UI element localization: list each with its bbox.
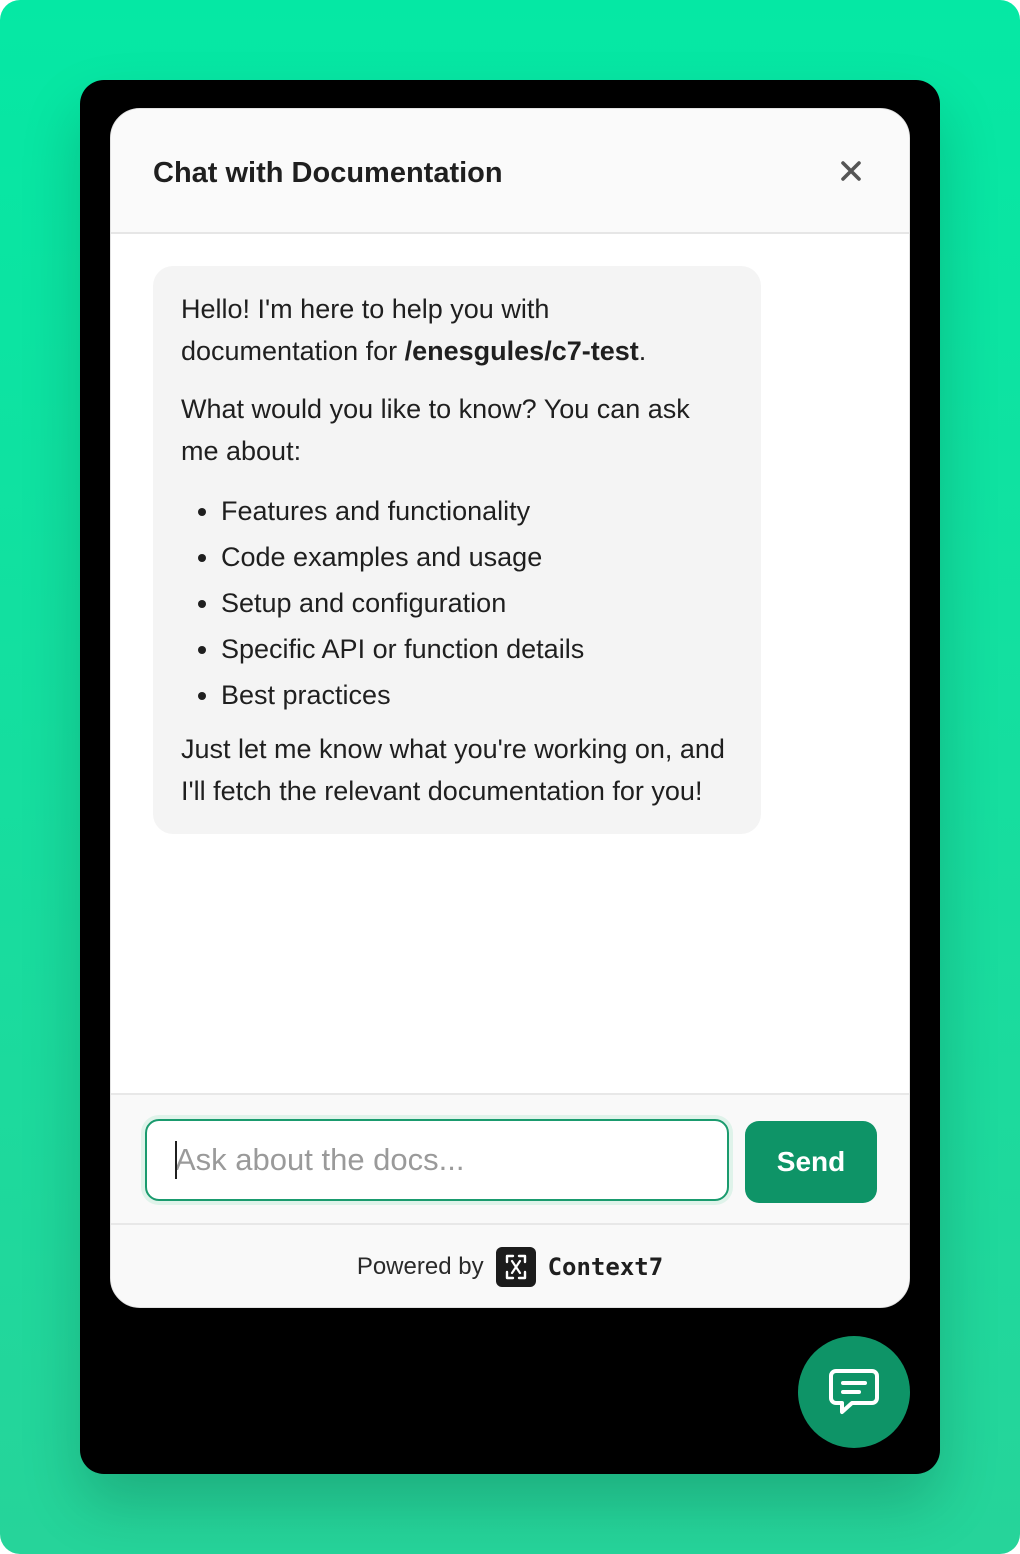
greeting-suffix: . [638,336,647,366]
topic-list: Features and functionality Code examples… [181,488,733,718]
close-icon [841,161,861,181]
chat-input[interactable] [145,1119,729,1201]
context7-logo-icon [495,1247,536,1287]
send-button[interactable]: Send [745,1121,877,1203]
composer: Send [111,1093,909,1225]
greeting-text: Hello! I'm here to help you with documen… [181,288,733,372]
chat-header: Chat with Documentation [111,109,909,234]
chat-launcher-button[interactable] [798,1336,910,1448]
topic-item: Features and functionality [221,488,733,534]
close-button[interactable] [833,153,869,189]
chat-input-wrapper [145,1119,729,1201]
powered-by-footer: Powered by Context7 [111,1225,909,1307]
topic-item: Code examples and usage [221,534,733,580]
topic-item: Best practices [221,672,733,718]
text-caret [175,1141,177,1179]
closing-text: Just let me know what you're working on,… [181,734,725,806]
repo-name: /enesgules/c7-test [404,336,639,366]
chat-bubble-icon [829,1369,879,1414]
assistant-message: Hello! I'm here to help you with documen… [153,266,761,834]
chat-title: Chat with Documentation [153,157,503,189]
topic-item: Setup and configuration [221,580,733,626]
brand-name: Context7 [547,1253,664,1281]
topic-item: Specific API or function details [221,626,733,672]
message-list: Hello! I'm here to help you with documen… [111,234,909,1093]
powered-by-label: Powered by [356,1253,484,1280]
question-text: What would you like to know? You can ask… [181,394,690,466]
chat-window: Chat with Documentation Hello! I'm here … [110,108,910,1308]
